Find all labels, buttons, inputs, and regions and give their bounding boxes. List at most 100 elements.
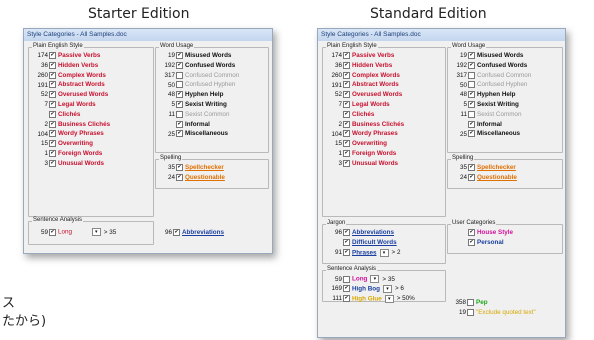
checkbox[interactable]: ✔ xyxy=(176,91,183,99)
count: 191 xyxy=(331,81,342,89)
checkbox[interactable]: ✔ xyxy=(176,164,183,171)
checkbox[interactable]: ✔ xyxy=(468,52,475,59)
label[interactable]: Abbreviations xyxy=(182,229,224,236)
stepper-button[interactable]: ▾ xyxy=(379,248,389,257)
count: 24 xyxy=(459,173,467,181)
checkbox[interactable] xyxy=(468,71,475,79)
count: 50 xyxy=(459,81,467,89)
checkbox[interactable]: ✔ xyxy=(49,91,56,99)
list-item: 192 ✔ Confused Words xyxy=(450,61,560,70)
checkbox[interactable]: ✔ xyxy=(176,130,183,138)
checkbox[interactable]: ✔ xyxy=(49,150,56,157)
list-item: 317 Confused Common xyxy=(158,71,266,80)
group-label: Word Usage xyxy=(159,43,195,49)
checkbox[interactable]: ✔ xyxy=(49,228,56,236)
checkbox[interactable]: ✔ xyxy=(49,81,56,89)
label: Informal xyxy=(477,120,502,128)
checkbox[interactable]: ✔ xyxy=(468,173,475,181)
label: Sexist Common xyxy=(477,110,522,118)
count: 192 xyxy=(164,61,175,69)
list-item: 7 ✔ Legal Words xyxy=(31,101,151,109)
count: 36 xyxy=(334,61,342,69)
checkbox[interactable]: ✔ xyxy=(343,61,350,69)
checkbox[interactable]: ✔ xyxy=(49,110,56,118)
checkbox[interactable] xyxy=(176,81,183,89)
label[interactable]: Difficult Words xyxy=(352,239,397,246)
checkbox[interactable]: ✔ xyxy=(343,120,350,128)
checkbox[interactable]: ✔ xyxy=(468,238,475,246)
checkbox[interactable]: ✔ xyxy=(468,120,475,128)
checkbox[interactable] xyxy=(468,81,475,89)
checkbox[interactable]: ✔ xyxy=(176,52,183,59)
checkbox[interactable]: ✔ xyxy=(176,61,183,69)
checkbox[interactable]: ✔ xyxy=(343,150,350,157)
count: 11 xyxy=(460,110,467,118)
checkbox[interactable] xyxy=(176,110,183,118)
threshold: > 35 xyxy=(103,228,117,236)
checkbox[interactable]: ✔ xyxy=(343,81,350,89)
label[interactable]: Phrases xyxy=(352,249,377,256)
checkbox[interactable]: ✔ xyxy=(343,238,350,246)
checkbox[interactable]: ✔ xyxy=(468,61,475,69)
checkbox[interactable] xyxy=(343,275,350,283)
checkbox[interactable]: ✔ xyxy=(176,173,183,181)
checkbox[interactable]: ✔ xyxy=(343,249,350,257)
checkbox[interactable]: ✔ xyxy=(49,101,56,108)
starter-edition-title: Starter Edition xyxy=(88,6,190,22)
checkbox[interactable]: ✔ xyxy=(343,130,350,138)
stepper-button[interactable]: ▾ xyxy=(384,294,394,303)
checkbox[interactable] xyxy=(468,110,475,118)
label: Sexist Common xyxy=(185,110,230,118)
label[interactable]: Spellchecker xyxy=(477,164,516,171)
list-item: 96 ✔ Abbreviations xyxy=(325,229,443,237)
list-item: 5 ✔ Sexist Writing xyxy=(450,101,560,109)
checkbox[interactable]: ✔ xyxy=(49,61,56,69)
checkbox[interactable]: ✔ xyxy=(468,130,475,138)
checkbox[interactable]: ✔ xyxy=(176,101,183,108)
checkbox[interactable]: ✔ xyxy=(49,52,56,59)
checkbox[interactable] xyxy=(176,71,183,79)
checkbox[interactable]: ✔ xyxy=(343,229,350,236)
count: 1 xyxy=(44,150,48,158)
standard-plain-english-group: Plain English Style 174 ✔ Passive Verbs 36 ✔… xyxy=(322,43,446,217)
checkbox[interactable]: ✔ xyxy=(343,140,350,148)
checkbox[interactable] xyxy=(467,299,474,306)
checkbox[interactable]: ✔ xyxy=(468,91,475,99)
checkbox[interactable]: ✔ xyxy=(49,159,56,167)
checkbox[interactable]: ✔ xyxy=(343,110,350,118)
count: 191 xyxy=(37,81,48,89)
label: Personal xyxy=(477,238,504,246)
checkbox[interactable]: ✔ xyxy=(343,101,350,108)
count: 19 xyxy=(459,52,467,60)
list-item: 358 Pep xyxy=(449,299,559,307)
stepper-button[interactable]: ▾ xyxy=(382,284,392,293)
checkbox[interactable]: ✔ xyxy=(49,130,56,138)
list-item: 2 ✔ Business Clichés xyxy=(31,120,151,129)
checkbox[interactable]: ✔ xyxy=(468,164,475,171)
checkbox[interactable]: ✔ xyxy=(468,229,475,236)
checkbox[interactable]: ✔ xyxy=(343,52,350,59)
checkbox[interactable]: ✔ xyxy=(49,140,56,148)
stepper-button[interactable]: ▾ xyxy=(370,275,380,283)
label: Informal xyxy=(185,120,210,128)
label[interactable]: Spellchecker xyxy=(185,164,224,171)
checkbox[interactable]: ✔ xyxy=(343,71,350,79)
checkbox[interactable]: ✔ xyxy=(176,120,183,128)
checkbox[interactable]: ✔ xyxy=(49,71,56,79)
checkbox[interactable]: ✔ xyxy=(343,285,350,293)
checkbox[interactable]: ✔ xyxy=(343,159,350,167)
count: 15 xyxy=(40,140,48,148)
checkbox[interactable]: ✔ xyxy=(468,101,475,108)
checkbox[interactable]: ✔ xyxy=(343,295,350,303)
label[interactable]: Questionable xyxy=(477,174,517,181)
list-item: 19 ✔ Misused Words xyxy=(158,52,266,60)
label: "Exclude quoted text" xyxy=(476,308,536,316)
stepper-button[interactable]: ▾ xyxy=(91,228,101,236)
checkbox[interactable]: ✔ xyxy=(49,120,56,128)
checkbox[interactable]: ✔ xyxy=(173,229,180,236)
checkbox[interactable]: ✔ xyxy=(343,91,350,99)
checkbox[interactable] xyxy=(467,308,474,316)
label[interactable]: Questionable xyxy=(185,174,225,181)
label: Legal Words xyxy=(352,101,390,109)
label[interactable]: Abbreviations xyxy=(352,229,394,236)
